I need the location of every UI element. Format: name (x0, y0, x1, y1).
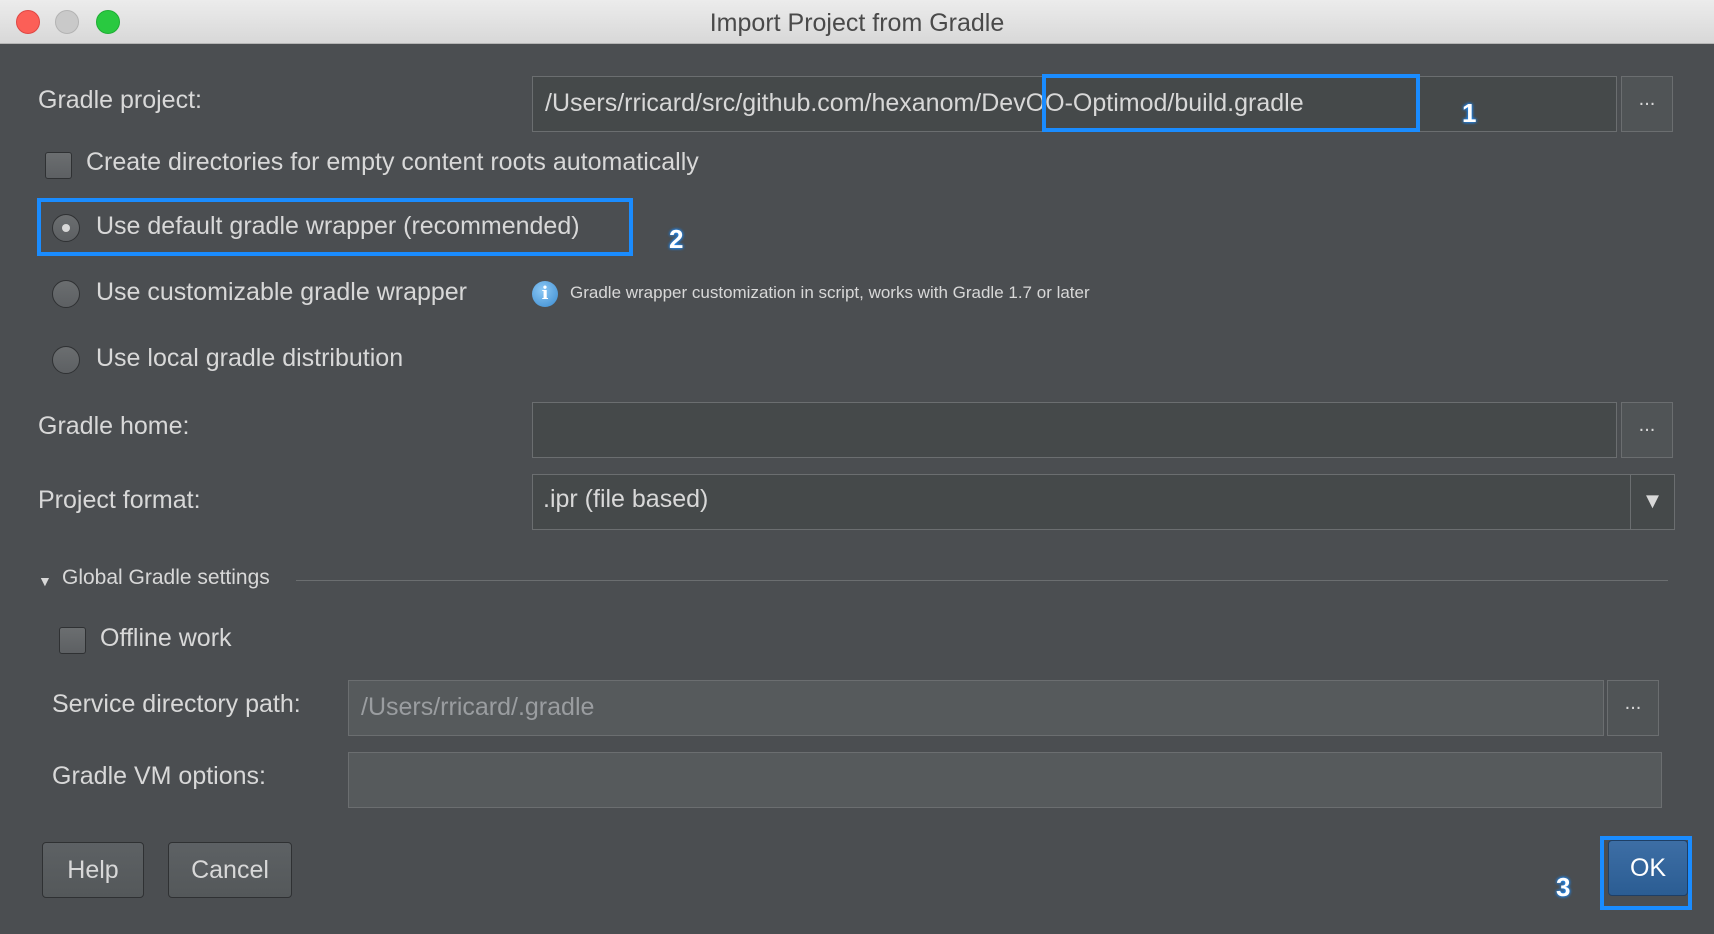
import-gradle-dialog: Import Project from Gradle Gradle projec… (0, 0, 1714, 934)
annotation-number-1: 1 (1462, 98, 1477, 128)
window-title: Import Project from Gradle (709, 9, 1005, 37)
create-dirs-checkbox[interactable] (45, 152, 72, 179)
annotation-box-2 (37, 198, 633, 256)
info-icon: i (532, 281, 558, 307)
gradle-home-browse-button[interactable]: ... (1621, 402, 1673, 458)
chevron-down-icon[interactable]: ▼ (1630, 475, 1674, 529)
annotation-number-3: 3 (1556, 872, 1571, 902)
annotation-number-2: 2 (669, 224, 684, 254)
project-format-label: Project format: (38, 486, 201, 514)
custom-wrapper-radio[interactable] (52, 280, 80, 308)
wrapper-info-text: Gradle wrapper customization in script, … (570, 283, 1090, 302)
help-button[interactable]: Help (42, 842, 144, 898)
offline-work-checkbox[interactable] (59, 627, 86, 654)
service-dir-label: Service directory path: (52, 690, 301, 718)
vm-options-label: Gradle VM options: (52, 762, 266, 790)
gradle-home-input[interactable] (532, 402, 1617, 458)
offline-work-label: Offline work (100, 624, 232, 652)
local-distribution-label: Use local gradle distribution (96, 344, 404, 372)
collapse-triangle-icon[interactable]: ▼ (38, 573, 52, 589)
annotation-box-3 (1600, 836, 1692, 910)
title-bar: Import Project from Gradle (0, 0, 1714, 44)
gradle-home-label: Gradle home: (38, 412, 190, 440)
project-format-select[interactable]: .ipr (file based) ▼ (532, 474, 1675, 530)
vm-options-input[interactable] (348, 752, 1662, 808)
project-format-value: .ipr (file based) (543, 485, 709, 513)
annotation-box-1 (1042, 74, 1420, 132)
create-dirs-label: Create directories for empty content roo… (86, 148, 699, 176)
section-divider (296, 580, 1668, 581)
service-dir-browse-button[interactable]: ... (1607, 680, 1659, 736)
gradle-project-label: Gradle project: (38, 86, 202, 114)
service-dir-input[interactable]: /Users/rricard/.gradle (348, 680, 1604, 736)
local-distribution-radio[interactable] (52, 346, 80, 374)
custom-wrapper-label: Use customizable gradle wrapper (96, 278, 468, 306)
gradle-project-browse-button[interactable]: ... (1621, 76, 1673, 132)
cancel-button[interactable]: Cancel (168, 842, 292, 898)
global-settings-heading[interactable]: Global Gradle settings (62, 566, 270, 590)
